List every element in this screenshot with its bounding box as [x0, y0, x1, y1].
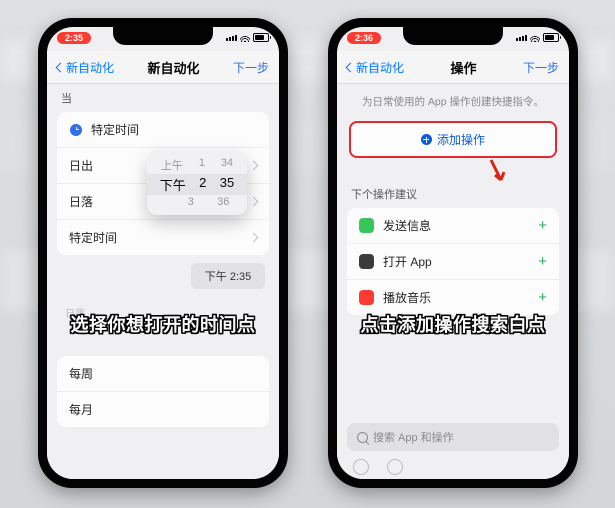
wifi-icon — [530, 34, 540, 42]
plus-icon — [421, 134, 432, 145]
nav-bar: 新自动化 新自动化 下一步 — [47, 51, 279, 84]
when-label: 当 — [47, 84, 279, 110]
wifi-icon — [240, 34, 250, 42]
row-label: 特定时间 — [69, 229, 117, 246]
signal-icon — [516, 35, 527, 41]
chevron-right-icon — [249, 161, 259, 171]
suggestion-label: 发送信息 — [383, 217, 431, 234]
suggestion-label: 播放音乐 — [383, 289, 431, 306]
chevron-right-icon — [249, 233, 259, 243]
chevron-left-icon — [56, 62, 66, 72]
suggestion-row[interactable]: 播放音乐 + — [347, 279, 559, 315]
nav-back-label: 新自动化 — [356, 59, 404, 76]
nav-bar: 新自动化 操作 下一步 — [337, 51, 569, 84]
plus-icon[interactable]: + — [538, 221, 547, 231]
time-picker[interactable]: 上午134 下午235 336 — [147, 150, 247, 215]
muted-label: 日落 — [47, 289, 279, 322]
nav-title: 操作 — [450, 58, 476, 77]
status-time-pill: 2:36 — [347, 32, 381, 44]
row-label: 日落 — [69, 193, 93, 210]
search-input[interactable]: 搜索 App 和操作 — [347, 423, 559, 451]
chevron-right-icon — [249, 197, 259, 207]
suggestion-card: 发送信息 + 打开 App + 播放音乐 + — [347, 208, 559, 315]
clock-icon — [70, 124, 82, 136]
battery-icon — [543, 33, 559, 42]
add-action-button[interactable]: 添加操作 — [349, 121, 557, 158]
search-placeholder: 搜索 App 和操作 — [373, 429, 454, 445]
search-icon — [357, 432, 368, 443]
suggestion-icon — [359, 218, 374, 233]
add-action-label: 添加操作 — [437, 131, 485, 148]
plus-icon[interactable]: + — [538, 293, 547, 303]
row-monthly[interactable]: 每月 — [57, 391, 269, 427]
selected-time-chip[interactable]: 下午 2:35 — [191, 263, 265, 289]
suggestion-label: 打开 App — [383, 253, 432, 270]
row-weekly[interactable]: 每周 — [57, 356, 269, 391]
plus-icon[interactable]: + — [538, 257, 547, 267]
suggestion-icon — [359, 254, 374, 269]
row-label: 日出 — [69, 157, 93, 174]
chevron-left-icon — [346, 62, 356, 72]
nav-back-button[interactable]: 新自动化 — [57, 59, 114, 76]
nav-back-label: 新自动化 — [66, 59, 114, 76]
status-icons — [516, 33, 559, 42]
row-specific-time-2[interactable]: 特定时间 — [57, 219, 269, 255]
nav-back-button[interactable]: 新自动化 — [347, 59, 404, 76]
row-label: 特定时间 — [91, 121, 139, 138]
signal-icon — [226, 35, 237, 41]
circle-icon[interactable] — [353, 459, 369, 475]
suggestion-icon — [359, 290, 374, 305]
nav-next-button[interactable]: 下一步 — [233, 59, 269, 76]
nav-title: 新自动化 — [147, 58, 199, 77]
suggestion-row[interactable]: 打开 App + — [347, 243, 559, 279]
nav-next-button[interactable]: 下一步 — [523, 59, 559, 76]
status-time-pill: 2:35 — [57, 32, 91, 44]
row-label: 每周 — [69, 365, 93, 382]
phone-right: 2:36 新自动化 操作 下一步 为日常使用的 App 操作创建快捷指令。 — [328, 18, 578, 488]
phone-left: 2:35 新自动化 新自动化 下一步 当 — [38, 18, 288, 488]
status-icons — [226, 33, 269, 42]
notch — [113, 27, 213, 45]
hint-text: 为日常使用的 App 操作创建快捷指令。 — [337, 84, 569, 121]
row-label: 每月 — [69, 401, 93, 418]
bottom-icon-row — [337, 459, 569, 475]
battery-icon — [253, 33, 269, 42]
row-specific-time[interactable]: 特定时间 — [57, 112, 269, 147]
notch — [403, 27, 503, 45]
suggest-label: 下个操作建议 — [337, 168, 569, 206]
arrow-annotation — [487, 158, 509, 188]
suggestion-row[interactable]: 发送信息 + — [347, 208, 559, 243]
repeat-card: 每周 每月 — [57, 356, 269, 427]
circle-icon[interactable] — [387, 459, 403, 475]
